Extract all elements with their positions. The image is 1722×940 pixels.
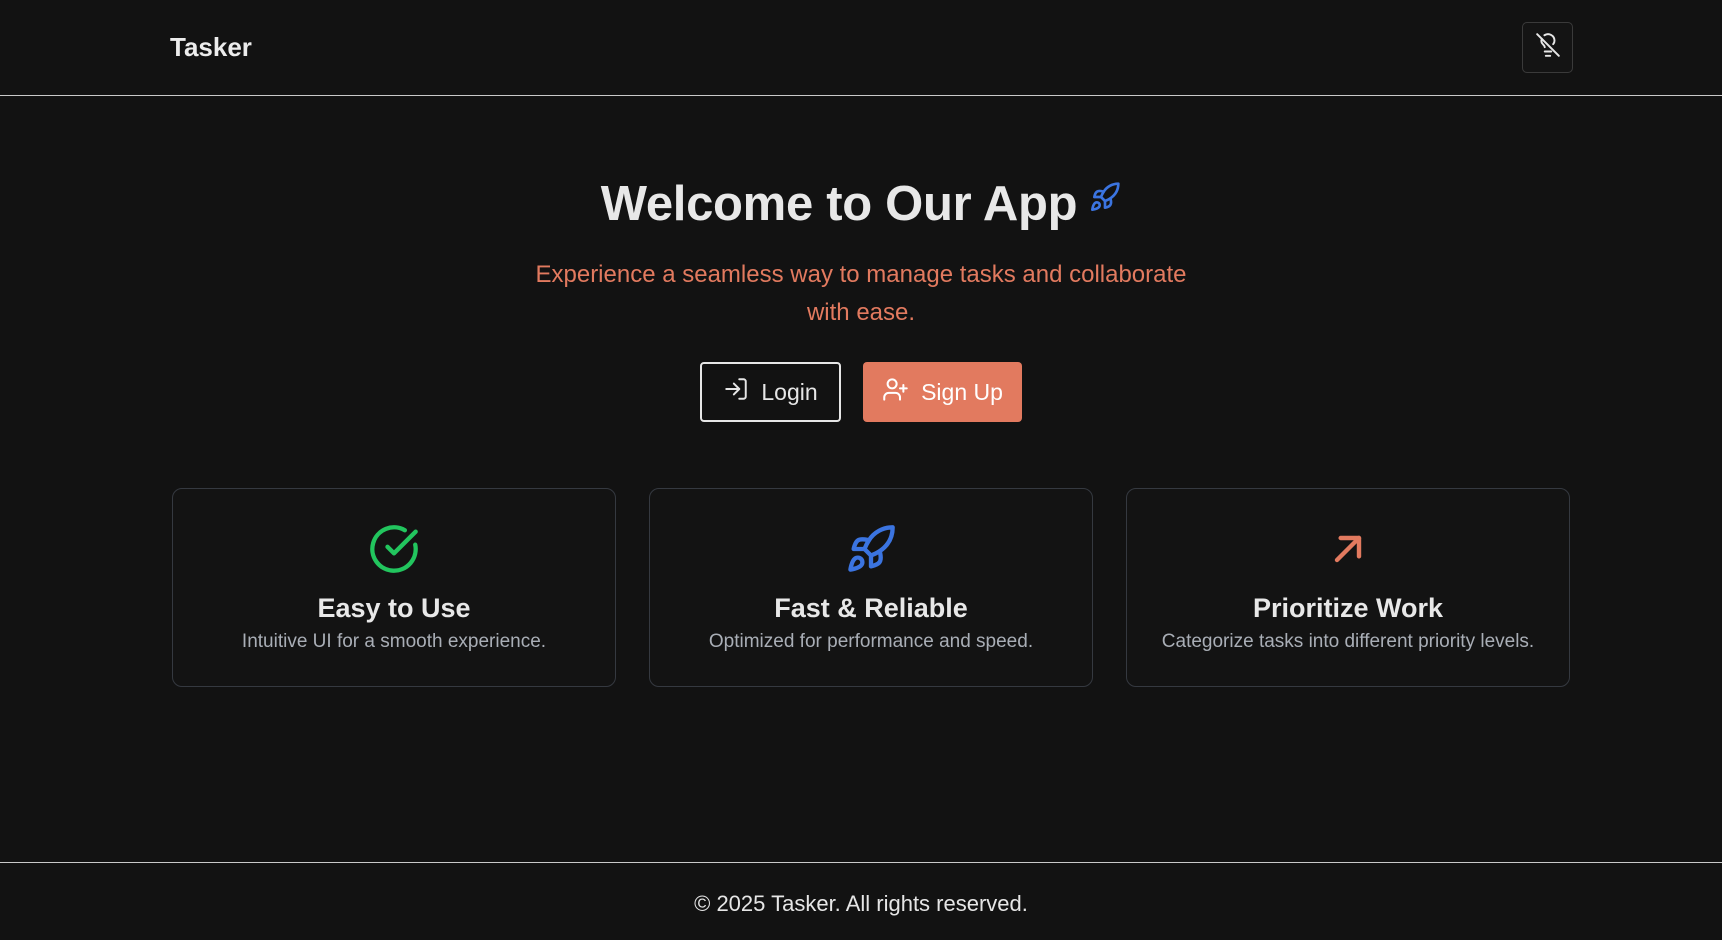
rocket-icon <box>650 523 1092 575</box>
feature-title: Easy to Use <box>317 593 471 623</box>
login-icon <box>723 376 749 408</box>
hero-heading-row: Welcome to Our App <box>0 176 1722 232</box>
login-button[interactable]: Login <box>700 362 841 422</box>
feature-card-fast-reliable: Fast & Reliable Optimized for performanc… <box>649 488 1093 687</box>
lightbulb-off-icon <box>1535 32 1561 63</box>
feature-title: Fast & Reliable <box>774 593 968 623</box>
feature-description: Optimized for performance and speed. <box>708 631 1034 652</box>
login-button-label: Login <box>761 378 818 405</box>
signup-button[interactable]: Sign Up <box>863 362 1022 422</box>
hero-title: Welcome to Our App <box>600 177 1078 231</box>
footer: © 2025 Tasker. All rights reserved. <box>0 862 1722 940</box>
feature-card-easy-to-use: Easy to Use Intuitive UI for a smooth ex… <box>172 488 616 687</box>
feature-title: Prioritize Work <box>1252 593 1444 623</box>
top-navbar: Tasker <box>0 0 1722 96</box>
page: Tasker Welcome to Our App Experience a s… <box>0 0 1722 940</box>
feature-card-prioritize-work: Prioritize Work Categorize tasks into di… <box>1126 488 1570 687</box>
theme-toggle-button[interactable] <box>1522 22 1573 73</box>
check-circle-icon <box>173 523 615 575</box>
feature-description: Intuitive UI for a smooth experience. <box>241 631 547 652</box>
hero-subtitle: Experience a seamless way to manage task… <box>535 261 1187 326</box>
brand-logo-text[interactable]: Tasker <box>170 32 252 63</box>
feature-description: Categorize tasks into different priority… <box>1161 631 1535 652</box>
hero-actions: Login Sign Up <box>0 362 1722 422</box>
user-plus-icon <box>882 376 909 409</box>
footer-copyright: © 2025 Tasker. All rights reserved. <box>694 891 1028 916</box>
signup-button-label: Sign Up <box>921 378 1003 405</box>
arrow-up-right-icon <box>1127 523 1569 571</box>
feature-cards: Easy to Use Intuitive UI for a smooth ex… <box>172 488 1571 687</box>
rocket-icon <box>1089 181 1121 218</box>
